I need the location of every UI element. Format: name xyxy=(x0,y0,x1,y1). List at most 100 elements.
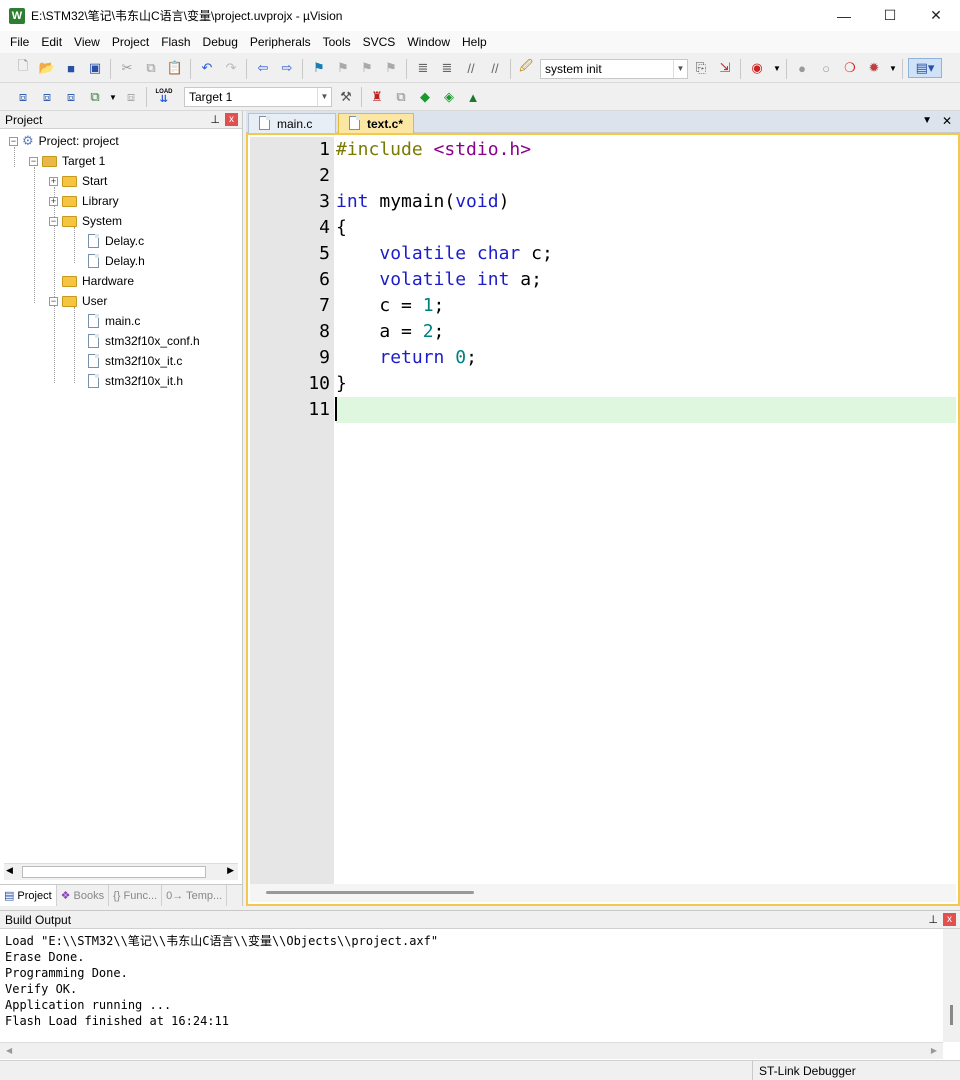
tree-file-conf-h[interactable]: stm32f10x_conf.h xyxy=(88,331,200,351)
tree-group-start[interactable]: + Start xyxy=(49,171,107,191)
menu-svcs[interactable]: SVCS xyxy=(357,31,402,53)
chevron-down-icon[interactable]: ▼ xyxy=(317,88,331,106)
tree-group-library[interactable]: + Library xyxy=(49,191,119,211)
menu-peripherals[interactable]: Peripherals xyxy=(244,31,317,53)
tree-file-it-c[interactable]: stm32f10x_it.c xyxy=(88,351,182,371)
build-icon[interactable]: ⧈ xyxy=(38,88,56,106)
close-icon[interactable]: x xyxy=(943,913,956,926)
tree-group-system[interactable]: − System xyxy=(49,211,122,231)
tree-file-delay-c[interactable]: Delay.c xyxy=(88,231,144,251)
scroll-thumb[interactable] xyxy=(950,1005,953,1025)
menu-file[interactable]: File xyxy=(4,31,35,53)
redo-icon[interactable]: ↷ xyxy=(222,59,240,77)
pin-icon[interactable]: ⊥ xyxy=(928,911,938,929)
tab-project[interactable]: ▤ Project xyxy=(0,885,57,906)
manage-project-items-icon[interactable]: ♜ xyxy=(368,88,386,106)
tab-main-c[interactable]: main.c xyxy=(248,113,336,133)
chevron-down-icon[interactable]: ▼ xyxy=(673,60,687,78)
output-vscrollbar[interactable] xyxy=(943,929,960,1042)
menu-tools[interactable]: Tools xyxy=(317,31,357,53)
window-layout-icon[interactable]: ▤▾ xyxy=(908,58,942,78)
scroll-thumb[interactable] xyxy=(22,866,206,878)
tab-text-c[interactable]: text.c* xyxy=(338,113,414,133)
clear-bookmarks-icon[interactable]: ⚑ xyxy=(382,59,400,77)
open-file-icon[interactable]: 📂 xyxy=(38,59,56,77)
menu-debug[interactable]: Debug xyxy=(197,31,244,53)
disable-breakpoints-icon[interactable]: ❍ xyxy=(841,59,859,77)
pack-installer-icon[interactable]: ◈ xyxy=(440,88,458,106)
green-diamond-icon[interactable]: ◆ xyxy=(416,88,434,106)
code-editor[interactable]: 1 2 3 4 5 6 7 8 9 10 11 #include <stdio.… xyxy=(246,133,960,906)
expand-icon[interactable]: + xyxy=(49,176,58,186)
find-in-files-icon[interactable]: 🖉 xyxy=(517,58,535,77)
tree-group-hardware[interactable]: Hardware xyxy=(62,271,134,291)
scroll-right-icon[interactable]: ▶ xyxy=(931,1046,937,1055)
comment-icon[interactable]: // xyxy=(462,59,480,77)
menu-window[interactable]: Window xyxy=(401,31,456,53)
menu-edit[interactable]: Edit xyxy=(35,31,68,53)
scroll-left-icon[interactable]: ◀ xyxy=(6,865,13,876)
indent-icon[interactable]: ≣ xyxy=(414,59,432,77)
target-combo[interactable]: Target 1 ▼ xyxy=(184,87,332,107)
tree-file-main-c[interactable]: main.c xyxy=(88,311,140,331)
menu-view[interactable]: View xyxy=(68,31,106,53)
chevron-down-icon[interactable]: ▼ xyxy=(884,59,902,77)
expand-icon[interactable]: + xyxy=(49,196,58,206)
maximize-button[interactable]: ☐ xyxy=(867,0,913,31)
tree-group-user[interactable]: − User xyxy=(49,291,107,311)
save-icon[interactable]: ■ xyxy=(62,59,80,77)
uncomment-icon[interactable]: // xyxy=(486,59,504,77)
editor-hscrollbar[interactable] xyxy=(250,884,956,902)
find-combo[interactable]: system init ▼ xyxy=(540,59,688,79)
chevron-down-icon[interactable]: ▼ xyxy=(768,59,786,77)
tab-books[interactable]: ❖ Books xyxy=(57,885,110,906)
breakpoint-icon[interactable]: ● xyxy=(793,59,811,77)
incremental-find-icon[interactable]: ⎘ xyxy=(692,59,710,77)
copy-project-icon[interactable]: ⧉ xyxy=(392,88,410,106)
load-download-icon[interactable]: LOAD ⇊ xyxy=(153,87,175,105)
new-file-icon[interactable]: 🗋 xyxy=(14,58,32,77)
close-button[interactable]: ✕ xyxy=(913,0,959,31)
prev-bookmark-icon[interactable]: ⚑ xyxy=(334,59,352,77)
chevron-down-icon[interactable]: ▼ xyxy=(104,88,122,106)
debug-session-icon[interactable]: ◉ xyxy=(748,59,766,77)
enable-breakpoint-icon[interactable]: ○ xyxy=(817,59,835,77)
close-icon[interactable]: x xyxy=(225,113,238,126)
menu-project[interactable]: Project xyxy=(106,31,155,53)
close-editor-icon[interactable]: ✕ xyxy=(942,114,952,128)
collapse-icon[interactable]: − xyxy=(49,296,58,306)
bookmark-icon[interactable]: ⚑ xyxy=(310,59,328,77)
scroll-right-icon[interactable]: ▶ xyxy=(227,865,234,876)
target-options-icon[interactable]: ⚒ xyxy=(337,88,355,106)
kill-breakpoints-icon[interactable]: ✹ xyxy=(865,59,883,77)
copy-icon[interactable]: ⧉ xyxy=(142,59,160,77)
rebuild-icon[interactable]: ⧈ xyxy=(62,88,80,106)
menu-help[interactable]: Help xyxy=(456,31,493,53)
project-hscrollbar[interactable]: ◀ ▶ xyxy=(4,863,238,880)
paste-icon[interactable]: 📋 xyxy=(166,59,184,77)
undo-icon[interactable]: ↶ xyxy=(198,59,216,77)
collapse-icon[interactable]: − xyxy=(29,156,38,166)
menu-flash[interactable]: Flash xyxy=(155,31,196,53)
run-time-environment-icon[interactable]: ▲ xyxy=(464,88,482,106)
navigate-forward-icon[interactable]: ⇨ xyxy=(278,59,296,77)
pin-icon[interactable]: ⊥ xyxy=(210,111,220,129)
tree-project-root[interactable]: − ⚙ Project: project xyxy=(9,131,119,151)
scroll-thumb[interactable] xyxy=(266,891,474,894)
scroll-left-icon[interactable]: ◀ xyxy=(6,1046,12,1055)
minimize-button[interactable]: — xyxy=(821,0,867,31)
collapse-icon[interactable]: − xyxy=(9,136,18,146)
tree-target[interactable]: − Target 1 xyxy=(29,151,105,171)
translate-icon[interactable]: ⧈ xyxy=(14,88,32,106)
save-all-icon[interactable]: ▣ xyxy=(86,59,104,77)
collapse-icon[interactable]: − xyxy=(49,216,58,226)
tab-templates[interactable]: 0→ Temp... xyxy=(162,885,228,906)
navigate-back-icon[interactable]: ⇦ xyxy=(254,59,272,77)
output-hscrollbar[interactable]: ◀ ▶ xyxy=(0,1042,943,1059)
tree-file-delay-h[interactable]: Delay.h xyxy=(88,251,145,271)
tab-list-dropdown-icon[interactable]: ▼ xyxy=(922,115,932,126)
unindent-icon[interactable]: ≣ xyxy=(438,59,456,77)
stop-build-icon[interactable]: ⧈ xyxy=(122,88,140,106)
tab-functions[interactable]: {} Func... xyxy=(109,885,163,906)
tree-file-it-h[interactable]: stm32f10x_it.h xyxy=(88,371,183,391)
